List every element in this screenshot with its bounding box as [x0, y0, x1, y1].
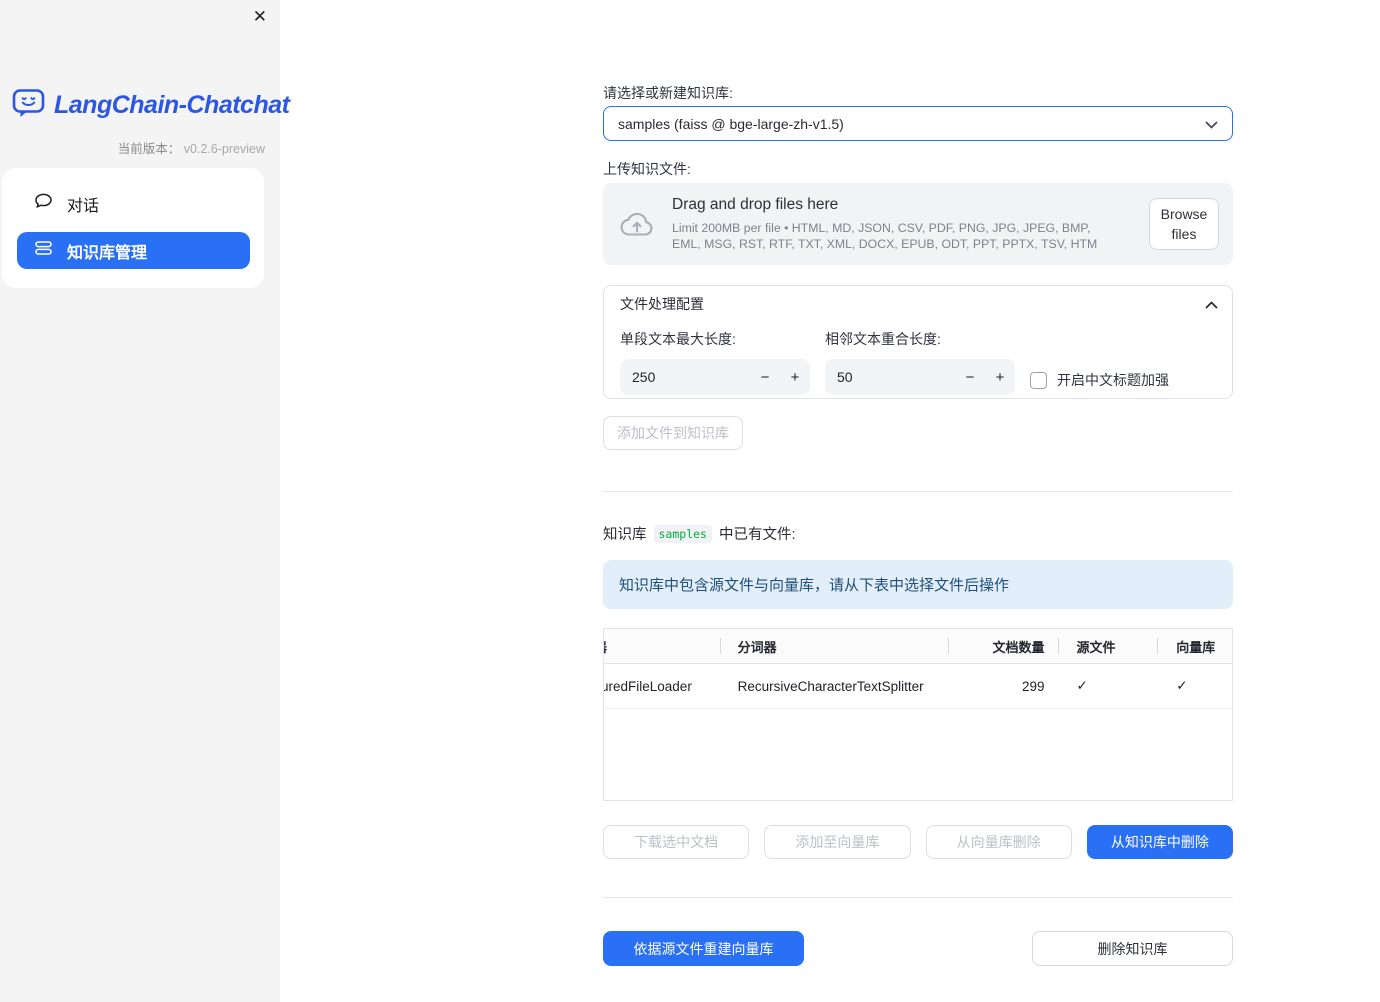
kb-files-suffix: 中已有文件:: [718, 527, 796, 543]
app-title: LangChain-Chatchat: [54, 91, 290, 119]
chat-smiley-logo-icon: [12, 87, 46, 124]
download-selected-button[interactable]: 下载选中文档: [603, 825, 750, 859]
overlap-size-label: 相邻文本重合长度:: [825, 331, 941, 347]
version-value: v0.2.6-preview: [183, 142, 265, 156]
cell-splitter: RecursiveCharacterTextSplitter: [737, 678, 924, 694]
dropzone-text: Drag and drop files here Limit 200MB per…: [672, 196, 1217, 252]
expander-body: 单段文本最大长度: 250 − + 相邻文本重合长度: 50 − + 开启中文标…: [604, 322, 1232, 395]
divider: [603, 491, 1233, 492]
overlap-size-field: 相邻文本重合长度: 50 − +: [825, 323, 1015, 395]
dropzone-title: Drag and drop files here: [672, 196, 839, 213]
check-icon: ✓: [1076, 678, 1088, 693]
cell-vector-store-check: ✓: [1157, 664, 1232, 708]
table-header-source-file[interactable]: 源文件: [1057, 629, 1158, 663]
table-header-row: 器 分词器 文档数量 源文件 向量库: [604, 629, 1232, 664]
app-logo: LangChain-Chatchat: [12, 87, 290, 124]
kb-action-buttons: 依据源文件重建向量库 删除知识库: [603, 931, 1233, 966]
overlap-size-decrement-button[interactable]: −: [955, 359, 985, 395]
chunk-size-field: 单段文本最大长度: 250 − +: [620, 323, 810, 395]
kb-files-prefix: 知识库: [603, 527, 647, 543]
kb-select[interactable]: samples (faiss @ bge-large-zh-v1.5): [603, 106, 1233, 141]
cell-loader: uredFileLoader: [604, 678, 692, 694]
overlap-size-increment-button[interactable]: +: [985, 359, 1015, 395]
sidebar-item-label: 知识库管理: [67, 244, 148, 262]
cloud-upload-icon: [619, 210, 655, 245]
overlap-size-input[interactable]: 50 − +: [825, 359, 1015, 395]
file-dropzone[interactable]: Drag and drop files here Limit 200MB per…: [603, 183, 1233, 265]
file-config-expander: 文件处理配置 单段文本最大长度: 250 − + 相邻文本重合长度: 50 − …: [603, 285, 1233, 399]
kb-select-value: samples (faiss @ bge-large-zh-v1.5): [618, 115, 844, 132]
main-content: 请选择或新建知识库: samples (faiss @ bge-large-zh…: [603, 0, 1233, 1002]
chunk-size-label: 单段文本最大长度:: [620, 331, 736, 347]
table-header-vector-store[interactable]: 向量库: [1157, 629, 1232, 663]
list-icon: [33, 238, 54, 263]
divider: [603, 897, 1233, 898]
chunk-size-increment-button[interactable]: +: [780, 359, 810, 395]
zh-title-enhance-checkbox[interactable]: [1030, 371, 1047, 389]
overlap-size-value: 50: [837, 369, 853, 385]
kb-files-heading: 知识库 samples 中已有文件:: [603, 523, 1233, 544]
info-banner: 知识库中包含源文件与向量库，请从下表中选择文件后操作: [603, 560, 1233, 609]
delete-from-kb-button[interactable]: 从知识库中删除: [1086, 825, 1233, 859]
sidebar-item-knowledge-base[interactable]: 知识库管理: [17, 232, 250, 269]
upload-label: 上传知识文件:: [603, 161, 691, 177]
delete-kb-button[interactable]: 删除知识库: [1032, 931, 1233, 966]
close-icon: ✕: [252, 7, 267, 27]
check-icon: ✓: [1176, 678, 1188, 693]
table-row[interactable]: uredFileLoader RecursiveCharacterTextSpl…: [604, 664, 1232, 709]
chunk-size-value: 250: [632, 369, 656, 385]
chat-bubble-icon: [33, 191, 54, 216]
dropzone-hint: Limit 200MB per file • HTML, MD, JSON, C…: [672, 221, 1098, 251]
zh-title-enhance-field: 开启中文标题加强: [1030, 365, 1169, 395]
expander-title: 文件处理配置: [620, 296, 704, 312]
info-banner-text: 知识库中包含源文件与向量库，请从下表中选择文件后操作: [619, 577, 1010, 594]
cell-doc-count: 299: [1021, 678, 1045, 694]
expander-header[interactable]: 文件处理配置: [604, 286, 1232, 322]
version-info: 当前版本： v0.2.6-preview: [118, 138, 265, 157]
table-header-loader[interactable]: 器: [604, 629, 720, 663]
sidebar-close-button[interactable]: ✕: [253, 6, 267, 28]
cell-source-file-check: ✓: [1058, 664, 1158, 708]
kb-files-table[interactable]: 器 分词器 文档数量 源文件 向量库 uredFileLoader Recurs…: [603, 628, 1233, 801]
delete-from-vector-store-button[interactable]: 从向量库删除: [925, 825, 1072, 859]
sidebar-item-label: 对话: [67, 197, 100, 215]
add-to-vector-store-button[interactable]: 添加至向量库: [764, 825, 911, 859]
chevron-down-icon: [1205, 116, 1218, 132]
rebuild-vector-store-button[interactable]: 依据源文件重建向量库: [603, 931, 804, 966]
sidebar-menu: 对话 知识库管理: [2, 168, 264, 288]
table-header-splitter[interactable]: 分词器: [719, 629, 948, 663]
table-header-doc-count[interactable]: 文档数量: [947, 629, 1058, 663]
chevron-up-icon: [1205, 296, 1218, 312]
add-files-to-kb-button[interactable]: 添加文件到知识库: [603, 416, 743, 450]
sidebar-item-dialogue[interactable]: 对话: [17, 185, 250, 222]
kb-name-code: samples: [653, 524, 712, 543]
chunk-size-decrement-button[interactable]: −: [750, 359, 780, 395]
kb-select-label: 请选择或新建知识库:: [603, 85, 733, 101]
version-label: 当前版本：: [117, 142, 181, 156]
file-action-buttons: 下载选中文档 添加至向量库 从向量库删除 从知识库中删除: [603, 825, 1233, 859]
sidebar: ✕ LangChain-Chatchat 当前版本： v0.2.6-previe…: [0, 0, 290, 1002]
chunk-size-input[interactable]: 250 − +: [620, 359, 810, 395]
zh-title-enhance-label: 开启中文标题加强: [1057, 372, 1169, 388]
browse-files-button[interactable]: Browse files: [1149, 198, 1219, 250]
